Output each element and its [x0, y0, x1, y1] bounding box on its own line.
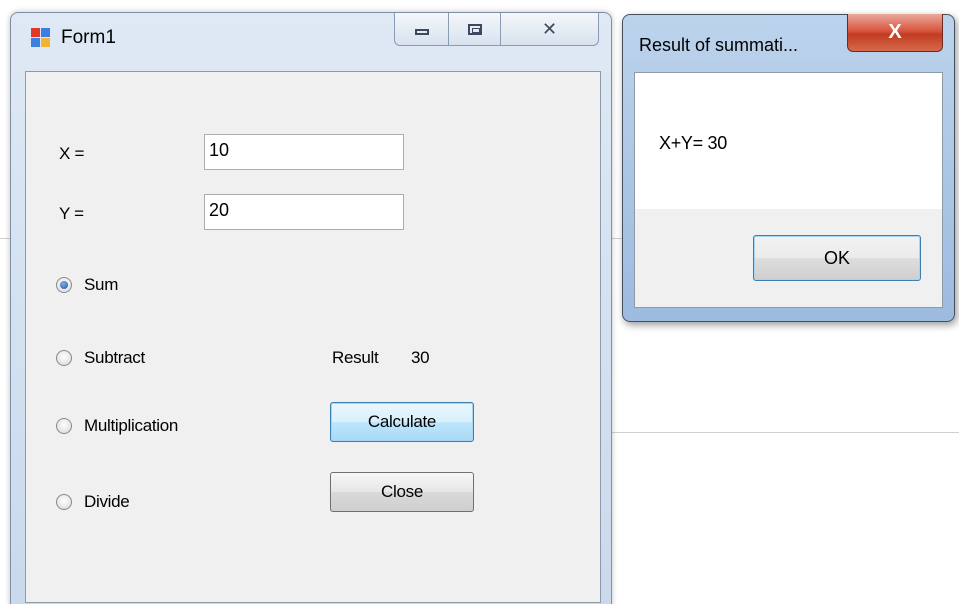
radio-button[interactable] — [56, 350, 72, 366]
background-divider — [612, 432, 959, 433]
title-bar: Form1 — [31, 27, 116, 49]
maximize-icon — [467, 23, 482, 35]
x-input[interactable]: 10 — [204, 134, 404, 170]
message-box-client: X+Y= 30 OK — [634, 72, 943, 308]
message-box-title: Result of summati... — [639, 35, 799, 55]
minimize-button[interactable] — [395, 13, 449, 45]
result-value: 30 — [411, 348, 430, 367]
window-title: Form1 — [61, 27, 116, 48]
radio-button[interactable] — [56, 494, 72, 510]
caption-buttons: ✕ — [394, 13, 599, 46]
form-app-icon — [31, 28, 51, 48]
form-client-area: X = 10 Y = 20 Sum Subtract Multiplicatio… — [25, 71, 601, 603]
form1-window: Form1 ✕ X = 10 Y = 20 Sum Subtract Multi… — [10, 12, 612, 604]
radio-subtract[interactable]: Subtract — [56, 348, 145, 368]
y-label: Y = — [59, 204, 84, 223]
y-input[interactable]: 20 — [204, 194, 404, 230]
result-message-box: Result of summati... X X+Y= 30 OK — [622, 14, 955, 322]
close-button[interactable]: Close — [330, 472, 474, 512]
ok-button[interactable]: OK — [753, 235, 921, 281]
radio-multiplication[interactable]: Multiplication — [56, 416, 178, 436]
maximize-button[interactable] — [449, 13, 501, 45]
close-icon: ✕ — [541, 18, 558, 39]
radio-divide[interactable]: Divide — [56, 492, 130, 512]
radio-button[interactable] — [56, 418, 72, 434]
message-text: X+Y= 30 — [659, 133, 727, 153]
radio-button-checked[interactable] — [56, 277, 72, 293]
calculate-button[interactable]: Calculate — [330, 402, 474, 442]
minimize-icon — [414, 29, 429, 35]
radio-divide-label: Divide — [84, 492, 130, 511]
radio-sum[interactable]: Sum — [56, 275, 118, 295]
close-icon: X — [888, 21, 902, 43]
result-label: Result — [332, 348, 379, 367]
radio-sum-label: Sum — [84, 275, 119, 294]
radio-multiplication-label: Multiplication — [84, 416, 179, 435]
background-divider — [612, 238, 622, 239]
close-window-button[interactable]: ✕ — [501, 13, 598, 45]
message-box-close-button[interactable]: X — [847, 14, 943, 52]
background-divider — [0, 238, 10, 239]
x-label: X = — [59, 144, 85, 163]
radio-subtract-label: Subtract — [84, 348, 145, 367]
